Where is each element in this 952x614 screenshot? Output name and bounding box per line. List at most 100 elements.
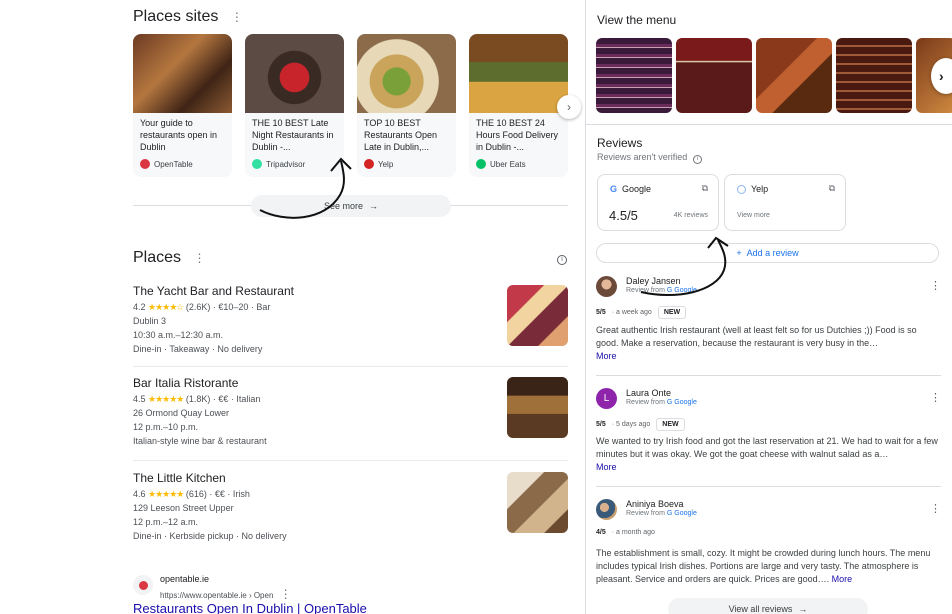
place-rating-line: 4.5 ★★★★★ (1.8K) · €€ · Italian — [133, 392, 568, 406]
opentable-favicon-icon — [133, 575, 153, 595]
reviewer-name[interactable]: Aniniya Boeva — [626, 499, 684, 509]
site-card-text: THE 10 BEST Late Night Restaurants in Du… — [252, 118, 334, 152]
place-photo[interactable] — [507, 472, 568, 533]
place-name[interactable]: The Little Kitchen — [133, 471, 568, 485]
new-badge: NEW — [656, 418, 685, 431]
restaurant-thumbnail — [133, 34, 232, 113]
place-services: Dine-in · Kerbside pickup · No delivery — [133, 531, 287, 541]
place-details: (616) · €€ · Irish — [185, 489, 250, 499]
result-url: https://www.opentable.ie › Open ⋮ — [160, 587, 292, 601]
info-icon[interactable]: i — [692, 155, 702, 164]
kebab-menu-icon[interactable]: ⋮ — [930, 502, 941, 515]
tripadvisor-logo-icon — [252, 159, 262, 169]
place-rating: 4.5 — [133, 394, 146, 404]
kebab-menu-icon[interactable]: ⋮ — [231, 10, 243, 24]
avatar-initial: L — [596, 388, 617, 409]
site-card-source-name: Tripadvisor — [266, 159, 306, 169]
see-more-label: See more — [323, 201, 364, 211]
review-text: Great authentic Irish restaurant (well a… — [596, 324, 941, 363]
yelp-view-more[interactable]: View more — [737, 212, 770, 219]
more-link[interactable]: More — [596, 351, 617, 361]
view-all-label: View all reviews — [728, 604, 793, 614]
see-more-button[interactable]: See more → — [251, 195, 451, 217]
kebab-menu-icon[interactable]: ⋮ — [930, 279, 941, 292]
place-name[interactable]: Bar Italia Ristorante — [133, 376, 568, 390]
site-card-opentable[interactable]: Your guide to restaurants open in Dublin… — [133, 34, 232, 177]
review-source: Review from G Google — [626, 510, 697, 517]
review-meta: 5/5 · a week ago NEW — [596, 306, 687, 319]
site-card-source-name: Uber Eats — [490, 159, 526, 169]
reviewer-name[interactable]: Laura Onte — [626, 388, 671, 398]
review-source-name: Google — [674, 399, 697, 406]
place-details: (2.6K) · €10–20 · Bar — [185, 302, 271, 312]
review-time: · a week ago — [611, 309, 652, 316]
right-panel: View the menu › Reviews Reviews aren't v… — [585, 0, 952, 614]
site-card-tripadvisor[interactable]: THE 10 BEST Late Night Restaurants in Du… — [245, 34, 344, 177]
review-from-label: Review from — [626, 287, 665, 294]
food-thumbnail — [357, 34, 456, 113]
plus-icon: + — [736, 248, 742, 258]
review-source: Review from G Google — [626, 399, 697, 406]
place-address: Dublin 3 — [133, 316, 167, 326]
place-photo[interactable] — [507, 377, 568, 438]
external-link-icon[interactable]: ⧉ — [702, 183, 708, 194]
menu-photo[interactable] — [756, 38, 832, 113]
site-card-source: Yelp — [357, 156, 456, 172]
place-hours: 12 p.m.–12 a.m. — [133, 517, 199, 527]
food-thumbnail — [469, 34, 568, 113]
menu-title: View the menu — [597, 13, 677, 27]
reviews-disclaimer-text: Reviews aren't verified — [597, 152, 688, 162]
kebab-menu-icon[interactable]: ⋮ — [930, 391, 941, 404]
yelp-reviews-card[interactable]: Yelp ⧉ View more — [724, 174, 846, 231]
carousel-next-icon[interactable]: › — [557, 95, 581, 119]
place-item[interactable]: Bar Italia Ristorante 4.5 ★★★★★ (1.8K) ·… — [133, 376, 568, 448]
google-rating: 4.5/5 — [609, 208, 638, 223]
place-description: Italian-style wine bar & restaurant — [133, 436, 267, 446]
review-text: The establishment is small, cozy. It mig… — [596, 547, 941, 586]
info-icon[interactable]: i — [557, 255, 567, 265]
place-photo[interactable] — [507, 285, 568, 346]
place-name[interactable]: The Yacht Bar and Restaurant — [133, 284, 568, 298]
review-body: We wanted to try Irish food and got the … — [596, 436, 938, 459]
places-sites-heading: Places sites ⋮ — [133, 8, 243, 26]
result-url-text: https://www.opentable.ie › Open — [160, 591, 274, 600]
kebab-menu-icon[interactable]: ⋮ — [193, 251, 205, 265]
kebab-menu-icon[interactable]: ⋮ — [280, 587, 292, 601]
place-item[interactable]: The Little Kitchen 4.6 ★★★★★ (616) · €€ … — [133, 471, 568, 543]
reviewer-name[interactable]: Daley Jansen — [626, 276, 681, 286]
review-text: We wanted to try Irish food and got the … — [596, 435, 941, 474]
places-heading: Places ⋮ — [133, 249, 205, 267]
site-card-ubereats[interactable]: THE 10 BEST 24 Hours Food Delivery in Du… — [469, 34, 568, 177]
view-all-reviews-button[interactable]: View all reviews → — [668, 598, 868, 614]
site-card-yelp[interactable]: TOP 10 BEST Restaurants Open Late in Dub… — [357, 34, 456, 177]
yelp-source: Yelp — [737, 184, 768, 194]
avatar[interactable]: L — [596, 388, 617, 409]
menu-photo[interactable] — [676, 38, 752, 113]
place-item[interactable]: The Yacht Bar and Restaurant 4.2 ★★★★☆ (… — [133, 284, 568, 356]
avatar[interactable] — [596, 276, 617, 297]
new-badge: NEW — [657, 306, 687, 319]
site-card-text: Your guide to restaurants open in Dublin — [140, 118, 218, 152]
star-rating-icon: ★★★★★ — [148, 489, 184, 499]
more-link[interactable]: More — [596, 462, 617, 472]
add-review-button[interactable]: + Add a review — [596, 243, 939, 263]
star-rating-icon: ★★★★☆ — [148, 302, 184, 312]
avatar[interactable] — [596, 499, 617, 520]
review-body: Great authentic Irish restaurant (well a… — [596, 325, 917, 348]
google-reviews-card[interactable]: G Google ⧉ 4.5/5 4K reviews — [597, 174, 719, 231]
external-link-icon[interactable]: ⧉ — [829, 183, 835, 194]
review-score: 5/5 — [596, 309, 606, 316]
places-title: Places — [133, 249, 182, 266]
menu-photo[interactable] — [836, 38, 912, 113]
food-thumbnail — [245, 34, 344, 113]
place-hours: 10:30 a.m.–12:30 a.m. — [133, 330, 224, 340]
places-sites-title: Places sites — [133, 8, 219, 25]
place-rating: 4.6 — [133, 489, 146, 499]
result-title-link[interactable]: Restaurants Open In Dublin | OpenTable — [133, 601, 367, 614]
result-site-name: opentable.ie — [160, 574, 210, 584]
menu-photo[interactable] — [596, 38, 672, 113]
review-from-label: Review from — [626, 399, 665, 406]
divider — [596, 375, 941, 376]
review-time: · a month ago — [611, 529, 655, 536]
more-link[interactable]: More — [832, 574, 853, 584]
